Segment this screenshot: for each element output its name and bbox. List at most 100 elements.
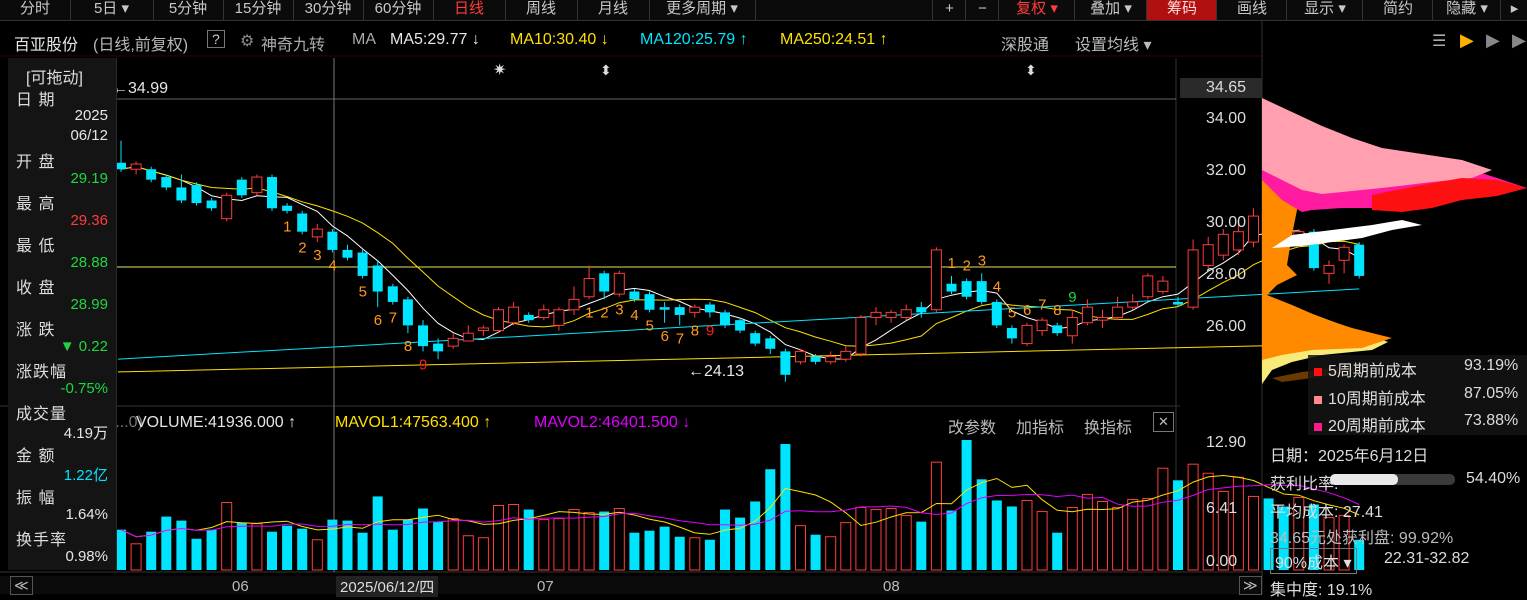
- volume-bar: [629, 532, 640, 570]
- candle-body: [523, 314, 534, 321]
- list-icon[interactable]: ☰: [1432, 33, 1446, 50]
- candle-body: [1097, 317, 1108, 321]
- volume-bar: [311, 539, 323, 571]
- nine-turn-label: 5: [1008, 304, 1016, 321]
- event-arrow-icon[interactable]: ⬍: [1025, 62, 1037, 78]
- nine-turn-label: 6: [374, 312, 382, 329]
- candle-body: [493, 309, 504, 332]
- cost-range-select[interactable]: 90%成本 ▾: [1270, 548, 1357, 574]
- volume-bar: [991, 500, 1002, 570]
- volume-bar: [357, 532, 368, 570]
- candle-body: [1112, 306, 1124, 319]
- add-indicator-button[interactable]: 加指标: [1016, 414, 1064, 438]
- info-value-year: 2025: [74, 107, 108, 124]
- candle-body: [795, 350, 806, 363]
- volume-bar: [689, 537, 701, 571]
- chip-flag-gray-icon[interactable]: ▶: [1486, 30, 1500, 50]
- candle-body: [236, 179, 247, 196]
- volume-bar: [1142, 497, 1154, 571]
- info-value-open: 29.19: [70, 170, 108, 187]
- volume-bar: [750, 501, 761, 570]
- event-star-icon[interactable]: ✷: [493, 62, 506, 79]
- volume-value: VOLUME:41936.000 ↑: [136, 414, 296, 432]
- volume-bar: [447, 518, 459, 571]
- chip-toolbar-icons: ☰ ▶ ▶ ▶: [1432, 30, 1526, 50]
- arrow-up-icon: ↑: [483, 414, 492, 431]
- volume-bar: [916, 521, 927, 570]
- drag-hint[interactable]: [可拖动]: [26, 64, 83, 88]
- info-value-high: 29.36: [70, 212, 108, 229]
- volume-bar: [674, 536, 685, 570]
- info-value-amount: 1.22亿: [63, 467, 108, 484]
- candle-body: [704, 304, 715, 313]
- nine-turn-label: 9: [706, 323, 714, 340]
- candle-body: [900, 309, 912, 319]
- info-value-close: 28.99: [70, 296, 108, 313]
- candle-body: [1248, 215, 1259, 243]
- profit-at-price: 34.65元处获利盘: 99.92%: [1270, 530, 1454, 547]
- profit-ratio-label: 获利比率:: [1270, 476, 1339, 493]
- info-value-turnover: 0.98%: [65, 548, 108, 565]
- volume-bar: [1021, 499, 1033, 571]
- candle-body: [870, 311, 882, 319]
- volume-bar: [1006, 506, 1017, 570]
- candle-body: [1006, 327, 1017, 339]
- mavol1-text: MAVOL1:47563.400: [335, 414, 479, 431]
- nine-turn-label: 2: [963, 258, 971, 275]
- candle-body: [357, 252, 368, 276]
- volume-bar: [946, 510, 957, 570]
- info-value-change: ▼ 0.22: [59, 338, 108, 355]
- price-tick: 32.00: [1206, 162, 1247, 179]
- volume-bar: [1036, 511, 1048, 571]
- nine-turn-label: 3: [313, 247, 321, 264]
- candle-body: [176, 187, 187, 201]
- candle-body: [689, 306, 701, 313]
- volume-bar: [825, 536, 837, 571]
- close-icon[interactable]: ✕: [1153, 412, 1174, 432]
- legend-row-10: 10周期前成本: [1314, 385, 1426, 409]
- candlesticks: [116, 140, 1365, 382]
- legend-row-20: 20周期前成本: [1314, 412, 1426, 436]
- profit-ratio-value: 54.40%: [1466, 470, 1521, 487]
- volume-bar: [342, 520, 353, 570]
- candle-body: [191, 184, 202, 204]
- chip-white-streak: [1272, 220, 1422, 248]
- low-annotation: ←24.13: [688, 363, 744, 381]
- candle-body: [447, 337, 459, 347]
- candle-body: [372, 265, 383, 292]
- legend-swatch: [1314, 395, 1322, 404]
- volume-text: VOLUME:41936.000: [136, 414, 284, 431]
- scroll-right-button[interactable]: ≫: [1239, 576, 1262, 595]
- volume-bar: [191, 538, 202, 570]
- volume-bar: [1066, 507, 1078, 571]
- candle-body: [644, 294, 655, 310]
- candle-body: [553, 309, 565, 326]
- date-axis: [0, 576, 1262, 594]
- candle-body: [750, 333, 761, 344]
- volume-bar: [900, 515, 912, 571]
- info-label-amplitude: 振 幅: [16, 490, 56, 507]
- cost-range-value: 22.31-32.82: [1384, 550, 1470, 567]
- volume-tick: 0.00: [1206, 553, 1238, 570]
- volume-bar: [1052, 532, 1063, 570]
- info-value-day: 06/12: [70, 127, 108, 144]
- candle-body: [765, 338, 776, 349]
- nine-turn-label: 3: [978, 252, 986, 269]
- change-params-button[interactable]: 改参数: [948, 414, 996, 438]
- volume-bar: [840, 522, 852, 571]
- month-label: 07: [537, 578, 554, 595]
- volume-bar: [765, 469, 776, 570]
- candle-body: [840, 350, 852, 360]
- candle-body: [583, 278, 595, 298]
- candle-body: [916, 307, 927, 313]
- price-tick: 34.00: [1206, 110, 1247, 127]
- nine-turn-label: 7: [389, 310, 397, 327]
- event-arrow-icon[interactable]: ⬍: [600, 62, 612, 78]
- chip-flag-icon[interactable]: ▶: [1460, 30, 1474, 50]
- switch-indicator-button[interactable]: 换指标: [1084, 414, 1132, 438]
- average-cost: 平均成本: 27.41: [1270, 504, 1383, 521]
- chip-flag-dark-icon[interactable]: ▶: [1512, 30, 1526, 50]
- legend-value: 87.05%: [1464, 385, 1519, 402]
- scroll-left-button[interactable]: ≪: [10, 576, 33, 595]
- info-label-close: 收 盘: [16, 280, 56, 297]
